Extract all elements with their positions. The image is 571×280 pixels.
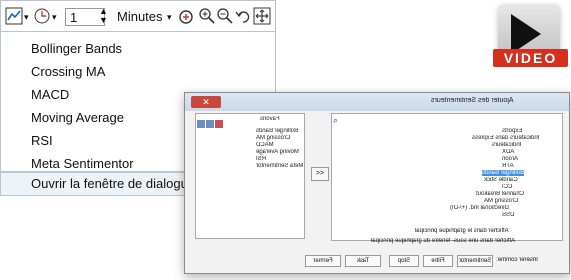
- search-icon[interactable]: ⌕: [333, 115, 338, 126]
- favorite-item[interactable]: Moving Average: [256, 149, 299, 155]
- delete-icon[interactable]: [215, 120, 223, 128]
- tree-item-selected[interactable]: Bollinger Bands: [482, 170, 525, 176]
- play-icon: [511, 14, 541, 54]
- close-button[interactable]: Fermer: [305, 255, 341, 267]
- toolbar: ▾ ▾ 1 ▲ ▼ Minutes ▾: [0, 0, 276, 32]
- menu-item-meta-sentimentor[interactable]: Meta Sentimentor: [31, 156, 134, 171]
- filter-button[interactable]: Filtre: [423, 255, 453, 267]
- video-badge[interactable]: VIDEO: [493, 4, 568, 74]
- favorites-header: Favoris: [260, 116, 280, 122]
- add-sentimentor-dialog: ✕ Ajouter des Sentimenteurs Favoris Boll…: [184, 92, 570, 274]
- menu-item-crossing-ma[interactable]: Crossing MA: [31, 64, 105, 79]
- move-up-icon[interactable]: [206, 120, 214, 128]
- favorite-item[interactable]: RSI: [256, 156, 266, 162]
- favorite-item[interactable]: Bollinger Bands: [256, 128, 298, 134]
- zoom-in-icon[interactable]: [198, 7, 216, 25]
- menu-item-rsi[interactable]: RSI: [31, 133, 53, 148]
- tree-item[interactable]: CCI: [502, 184, 512, 190]
- radio-main-chart[interactable]: Afficher dans le graphique principal: [415, 228, 509, 234]
- insert-as-label: Insérer comme:: [496, 257, 538, 263]
- stop-button[interactable]: Stop: [389, 255, 419, 267]
- unit-dropdown-icon[interactable]: ▾: [167, 7, 172, 27]
- favorite-item[interactable]: Meta Sentimentor: [256, 163, 303, 169]
- undo-icon[interactable]: [234, 7, 252, 25]
- tree-item[interactable]: Aroon: [502, 156, 518, 162]
- zoom-out-icon[interactable]: [216, 7, 234, 25]
- indicator-tree-panel: Exports Indicateurs dans Express Indicat…: [331, 113, 563, 241]
- menu-item-bollinger-bands[interactable]: Bollinger Bands: [31, 41, 122, 56]
- transfer-button[interactable]: >>: [311, 167, 329, 181]
- clock-icon[interactable]: [33, 7, 51, 25]
- tree-item[interactable]: DSS: [502, 212, 514, 218]
- radio-sub-window[interactable]: Afficher dans une sous- fenêtre du graph…: [371, 238, 515, 244]
- add-indicator-icon[interactable]: [177, 7, 195, 25]
- chart-type-dropdown-icon[interactable]: ▾: [24, 7, 29, 27]
- tree-item[interactable]: Indicateurs dans Express: [472, 135, 539, 141]
- tree-item[interactable]: Channel Breakout: [476, 191, 524, 197]
- favorites-panel: Favoris Bollinger Bands Crossing MA MACD…: [195, 113, 305, 239]
- favorites-toolbar: [197, 115, 237, 128]
- favorite-item[interactable]: MACD: [256, 142, 274, 148]
- tree-item[interactable]: Indicateurs: [492, 142, 521, 148]
- menu-item-moving-average[interactable]: Moving Average: [31, 110, 124, 125]
- unit-select[interactable]: Minutes: [113, 8, 169, 26]
- dialog-title: Ajouter des Sentimenteurs: [431, 97, 514, 104]
- chart-type-icon[interactable]: [5, 7, 23, 25]
- tree-item[interactable]: Crossing MA: [484, 198, 518, 204]
- menu-item-macd[interactable]: MACD: [31, 87, 69, 102]
- close-icon[interactable]: ✕: [191, 96, 221, 108]
- video-label: VIDEO: [493, 49, 568, 67]
- tree-item[interactable]: Exports: [502, 128, 522, 134]
- tree-item[interactable]: ADX: [502, 149, 514, 155]
- period-spinner-icon[interactable]: ▲ ▼: [99, 7, 108, 25]
- fit-to-window-icon[interactable]: [253, 7, 271, 25]
- tree-item[interactable]: Candle Stick: [484, 177, 518, 183]
- tree-item[interactable]: Directional Ind. (+/-DI): [450, 205, 509, 211]
- clock-dropdown-icon[interactable]: ▾: [52, 7, 57, 27]
- sentimentor-button[interactable]: Sentimentor: [457, 255, 493, 267]
- task-button[interactable]: Task: [345, 255, 381, 267]
- favorite-item[interactable]: Crossing MA: [256, 135, 290, 141]
- tree-item[interactable]: ATR: [502, 163, 514, 169]
- move-down-icon[interactable]: [197, 120, 205, 128]
